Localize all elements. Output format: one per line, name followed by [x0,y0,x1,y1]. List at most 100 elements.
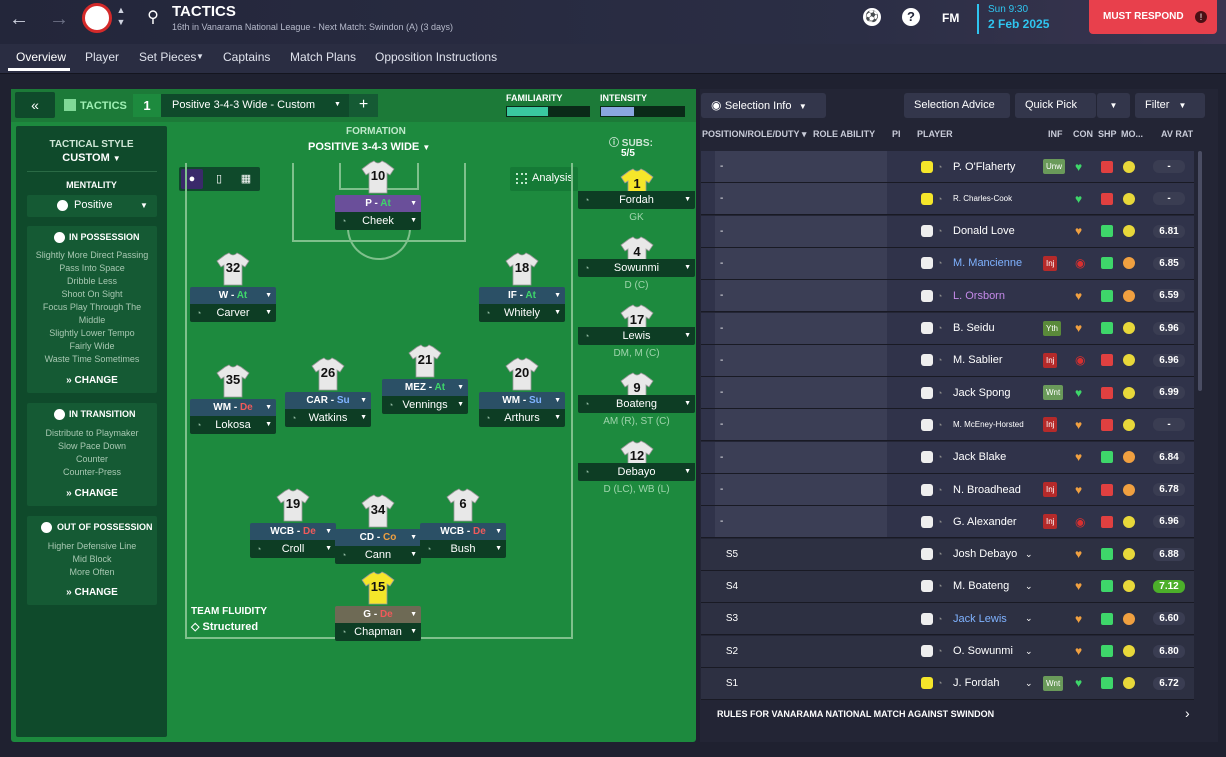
match-rules-link[interactable]: RULES FOR VANARAMA NATIONAL MATCH AGAINS… [701,700,1197,728]
chevron-down-icon[interactable]: ⌄ [1025,539,1033,570]
team-fluidity[interactable]: ◇ Structured [191,620,258,633]
sub-player-card[interactable]: 17 ◔ Lewis ▼ DM, M (C) [578,304,695,364]
player-role-duty[interactable]: WM - De ▼ [190,399,276,416]
table-row[interactable]: - ◔ L. Orsborn ♥ 6.59 [701,280,1194,313]
player-card[interactable]: 6 WCB - De ▼ ◔ Bush ▼ [420,488,506,568]
player-card[interactable]: 10 P - At ▼ ◔ Cheek ▼ [335,160,421,240]
sub-player-card[interactable]: 9 ◔ Boateng ▼ AM (R), ST (C) [578,372,695,432]
table-row[interactable]: S1 ◔ J. Fordah ⌄ Wnt ♥ 6.72 [701,667,1194,700]
tactical-style-dropdown[interactable]: CUSTOM ▼ [16,152,167,164]
player-name[interactable]: P. O'Flaherty [953,151,1015,182]
back-arrow-icon[interactable]: ← [8,8,30,30]
player-name[interactable]: N. Broadhead [953,474,1021,505]
player-role-duty[interactable]: IF - At ▼ [479,287,565,304]
sub-player-name-field[interactable]: ◔ Sowunmi ▼ [578,259,695,277]
table-row[interactable]: - ◔ M. Mancienne Inj ◉ 6.85 [701,247,1194,280]
tab-set-pieces[interactable]: Set Pieces [139,50,196,64]
player-role-duty[interactable]: WM - Su ▼ [479,392,565,409]
sub-player-name-field[interactable]: ◔ Debayo ▼ [578,463,695,481]
football-icon[interactable]: ⚽ [863,8,881,26]
mentality-dropdown[interactable]: Positive ▼ [27,195,157,217]
table-row[interactable]: - ◔ Jack Blake ♥ 6.84 [701,441,1194,474]
tactic-selector[interactable]: 1 Positive 3-4-3 Wide - Custom ▼ [133,94,378,117]
forward-arrow-icon[interactable]: → [48,8,70,30]
table-row[interactable]: - ◔ P. O'Flaherty Unw ♥ - [701,151,1194,183]
quick-pick-button[interactable]: Quick Pick [1015,93,1096,118]
familiarity-bar[interactable] [506,106,590,117]
in-transition-box[interactable]: IN TRANSITION Distribute to Playmaker Slo… [27,403,157,506]
player-role-duty[interactable]: P - At ▼ [335,195,421,212]
col-pi[interactable]: PI [892,129,901,139]
in-possession-change-button[interactable]: » CHANGE [27,375,157,386]
player-name-field[interactable]: ◔ Cheek ▼ [335,212,421,230]
tab-match-plans[interactable]: Match Plans [290,50,356,64]
table-row[interactable]: - ◔ B. Seidu Yth ♥ 6.96 [701,312,1194,345]
player-card[interactable]: 32 W - At ▼ ◔ Carver ▼ [190,252,276,332]
sub-player-card[interactable]: 12 ◔ Debayo ▼ D (LC), WB (L) [578,440,695,500]
player-card[interactable]: 35 WM - De ▼ ◔ Lokosa ▼ [190,364,276,444]
club-badge[interactable] [82,3,112,33]
player-name-field[interactable]: ◔ Cann ▼ [335,546,421,564]
in-transition-change-button[interactable]: » CHANGE [27,488,157,499]
player-name-field[interactable]: ◔ Arthurs ▼ [479,409,565,427]
player-role-duty[interactable]: CD - Co ▼ [335,529,421,546]
player-name-field[interactable]: ◔ Bush ▼ [420,540,506,558]
player-card[interactable]: 18 IF - At ▼ ◔ Whitely ▼ [479,252,565,332]
player-name[interactable]: Jack Blake [953,442,1006,473]
tab-opposition-instructions[interactable]: Opposition Instructions [375,50,497,64]
player-name-field[interactable]: ◔ Lokosa ▼ [190,416,276,434]
player-name[interactable]: R. Charles-Cook [953,183,1012,214]
player-card[interactable]: 21 MEZ - At ▼ ◔ Vennings ▼ [382,344,468,424]
add-tactic-button[interactable]: + [349,94,378,117]
player-name-field[interactable]: ◔ Carver ▼ [190,304,276,322]
col-shp[interactable]: SHP [1098,129,1117,139]
chevron-up-down-icon[interactable]: ▲ ▼ [115,4,127,30]
player-card[interactable]: 19 WCB - De ▼ ◔ Croll ▼ [250,488,336,568]
player-card[interactable]: 20 WM - Su ▼ ◔ Arthurs ▼ [479,357,565,437]
table-row[interactable]: - ◔ G. Alexander Inj ◉ 6.96 [701,506,1194,539]
scrollbar[interactable] [1198,151,1202,391]
player-role-duty[interactable]: MEZ - At ▼ [382,379,468,396]
in-possession-box[interactable]: IN POSSESSION Slightly More Direct Passi… [27,226,157,393]
sub-player-name-field[interactable]: ◔ Boateng ▼ [578,395,695,413]
player-name[interactable]: O. Sowunmi [953,636,1013,667]
table-row[interactable]: S2 ◔ O. Sowunmi ⌄ ♥ 6.80 [701,635,1194,668]
table-row[interactable]: S3 ◔ Jack Lewis ⌄ ♥ 6.60 [701,603,1194,636]
tab-player[interactable]: Player [85,50,119,64]
table-row[interactable]: - ◔ N. Broadhead Inj ♥ 6.78 [701,474,1194,506]
sub-player-card[interactable]: 4 ◔ Sowunmi ▼ D (C) [578,236,695,296]
player-name[interactable]: J. Fordah [953,668,999,699]
player-name[interactable]: Jack Spong [953,377,1010,408]
player-card[interactable]: 34 CD - Co ▼ ◔ Cann ▼ [335,494,421,574]
col-role-ability[interactable]: ROLE ABILITY [813,129,875,139]
player-name[interactable]: M. Boateng [953,571,1009,602]
player-name[interactable]: M. McEney-Horsted [953,409,1024,440]
tab-captains[interactable]: Captains [223,50,270,64]
player-role-duty[interactable]: G - De ▼ [335,606,421,623]
chevron-down-icon[interactable]: ⌄ [1025,668,1033,699]
player-name-field[interactable]: ◔ Whitely ▼ [479,304,565,322]
col-av-rat[interactable]: AV RAT [1161,129,1193,139]
out-of-possession-change-button[interactable]: » CHANGE [27,587,157,598]
out-of-possession-box[interactable]: OUT OF POSSESSION Higher Defensive Line M… [27,516,157,605]
chevron-down-icon[interactable]: ⌄ [1025,603,1033,634]
col-con[interactable]: CON [1073,129,1093,139]
help-icon[interactable]: ? [902,8,920,26]
sub-player-name-field[interactable]: ◔ Lewis ▼ [578,327,695,345]
table-row[interactable]: - ◔ Jack Spong Wnt ♥ 6.99 [701,377,1194,410]
collapse-button[interactable]: « [15,92,55,118]
quick-pick-menu-button[interactable]: ▼ [1097,93,1130,118]
current-day-time[interactable]: Sun 9:30 [988,4,1028,15]
col-inf[interactable]: INF [1048,129,1063,139]
table-row[interactable]: - ◔ M. McEney-Horsted Inj ♥ - [701,409,1194,442]
fm-menu-button[interactable]: FM [942,11,959,25]
current-date[interactable]: 2 Feb 2025 [988,17,1049,31]
player-name-field[interactable]: ◔ Chapman ▼ [335,623,421,641]
player-name-field[interactable]: ◔ Watkins ▼ [285,409,371,427]
sub-player-name-field[interactable]: ◔ Fordah ▼ [578,191,695,209]
search-icon[interactable]: ⚲ [144,7,162,27]
col-player[interactable]: PLAYER [917,129,953,139]
player-name[interactable]: Josh Debayo [953,539,1017,570]
player-name[interactable]: Jack Lewis [953,603,1007,634]
player-name[interactable]: M. Sablier [953,345,1003,376]
